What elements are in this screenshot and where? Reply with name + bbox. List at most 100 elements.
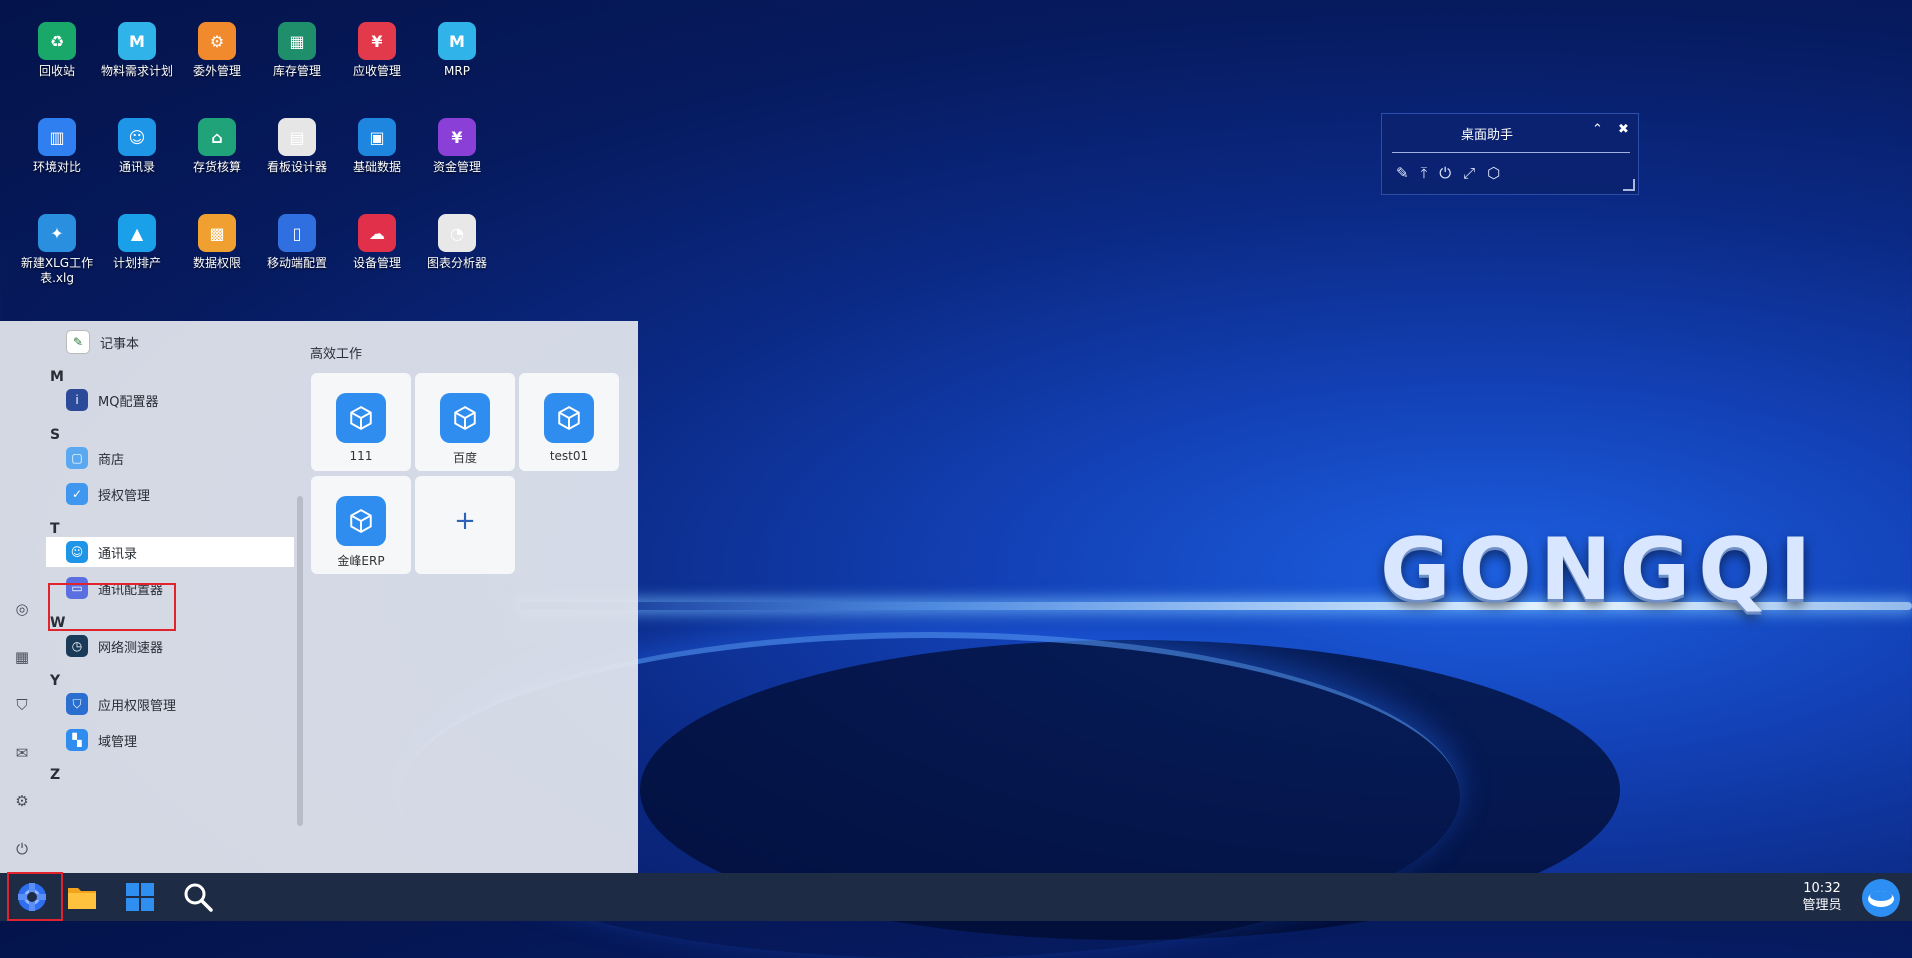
desktop-icon[interactable]: M 物料需求计划	[97, 22, 177, 79]
desktop-icon-label: 存货核算	[192, 160, 241, 174]
app-list-item[interactable]: i MQ配置器	[46, 385, 294, 415]
shield-icon[interactable]: ⛉	[12, 695, 32, 715]
app-icon: ▲	[118, 214, 156, 252]
app-icon: ◔	[438, 214, 476, 252]
tile-label: 百度	[452, 451, 477, 465]
app-icon: i	[66, 389, 88, 411]
chat-assistant-icon[interactable]	[1862, 879, 1900, 917]
search-button[interactable]	[180, 879, 216, 915]
desktop-icon-label: 看板设计器	[266, 160, 327, 174]
resize-handle-icon[interactable]	[1623, 179, 1635, 191]
app-icon: M	[438, 22, 476, 60]
app-list-item-label: 应用权限管理	[98, 698, 177, 714]
tile-label: test01	[549, 449, 589, 463]
app-list-item[interactable]: ▢ 商店	[46, 443, 294, 473]
app-list-item[interactable]: ◷ 网络测速器	[46, 631, 294, 661]
collapse-icon[interactable]: ⌃	[1592, 122, 1603, 137]
inbox-icon[interactable]: ✉	[12, 743, 32, 763]
tile-111[interactable]: 111	[311, 373, 411, 471]
desktop-icon[interactable]: ♻ 回收站	[17, 22, 97, 79]
wallpaper-brand-logo: GONGQI	[1380, 520, 1820, 620]
app-icon: ☺	[66, 541, 88, 563]
tiles-panel: 高效工作 111 百度 test01 金峰ERP +	[310, 321, 638, 873]
desktop-icon[interactable]: ▤ 看板设计器	[257, 118, 337, 175]
desktop-icon-label: 设备管理	[352, 256, 401, 270]
search-icon	[184, 883, 213, 912]
desktop-icon[interactable]: ◔ 图表分析器	[417, 214, 497, 271]
app-list-item[interactable]: ✓ 授权管理	[46, 479, 294, 509]
start-menu-rail: ◎ ▦ ⛉ ✉ ⚙ ⏻	[0, 321, 44, 873]
add-tile-button[interactable]: +	[415, 476, 515, 574]
desktop-icon-label: 移动端配置	[266, 256, 327, 270]
desktop-icon[interactable]: ▣ 基础数据	[337, 118, 417, 175]
app-icon: ▣	[358, 118, 396, 156]
desktop-icon-label: 库存管理	[272, 64, 321, 78]
tile-label: 金峰ERP	[337, 554, 385, 568]
app-list-item-label: 域管理	[98, 734, 138, 750]
desktop-icon[interactable]: ▯ 移动端配置	[257, 214, 337, 271]
desktop-icon-label: 计划排产	[112, 256, 161, 270]
app-icon: ⛉	[66, 693, 88, 715]
app-list-scrollbar[interactable]	[297, 496, 303, 826]
tile-baidu[interactable]: 百度	[415, 373, 515, 471]
edit-icon[interactable]: ✎	[1396, 164, 1409, 182]
tile-jinfeng-erp[interactable]: 金峰ERP	[311, 476, 411, 574]
app-list-item[interactable]: ✎ 记事本	[46, 327, 294, 357]
helper-toolbar: ✎ ⤒ ⏻ ⤢ ⬡	[1396, 164, 1500, 182]
clock-user: 管理员	[1802, 898, 1842, 913]
app-list-item-label: MQ配置器	[98, 394, 159, 410]
section-letter-t: T	[50, 521, 60, 537]
desktop-icon[interactable]: ▥ 环境对比	[17, 118, 97, 175]
desktop-icon[interactable]: ⚙ 委外管理	[177, 22, 257, 79]
taskbar: 10:32 管理员	[0, 872, 1912, 921]
desktop-icon[interactable]: ▲ 计划排产	[97, 214, 177, 271]
section-letter-s: S	[50, 427, 61, 443]
desktop-icon[interactable]: ¥ 应收管理	[337, 22, 417, 79]
tiles-title: 高效工作	[310, 347, 363, 362]
desktop-icon[interactable]: ▦ 库存管理	[257, 22, 337, 79]
app-icon: ▦	[278, 22, 316, 60]
file-explorer-button[interactable]	[64, 879, 100, 915]
section-letter-m: M	[50, 369, 64, 385]
start-highlight-annotation-box	[7, 872, 63, 921]
desktop-icon-label: 回收站	[38, 64, 75, 78]
settings-icon[interactable]: ⚙	[12, 791, 32, 811]
user-icon[interactable]: ◎	[12, 599, 32, 619]
desktop-icon-label: 委外管理	[192, 64, 241, 78]
highlight-annotation-box	[48, 583, 176, 631]
desktop-icon[interactable]: ¥ 资金管理	[417, 118, 497, 175]
desktop-icon-label: 通讯录	[118, 160, 155, 174]
taskbar-clock[interactable]: 10:32 管理员	[1790, 880, 1854, 914]
app-icon: ☺	[118, 118, 156, 156]
desktop-icon[interactable]: M MRP	[417, 22, 497, 79]
app-icon: ▯	[278, 214, 316, 252]
app-list-item[interactable]: ⛉ 应用权限管理	[46, 689, 294, 719]
power-icon[interactable]: ⏻	[12, 839, 32, 859]
app-list-item[interactable]: ▚ 域管理	[46, 725, 294, 755]
apps-icon[interactable]: ▦	[12, 647, 32, 667]
windows-button[interactable]	[122, 879, 158, 915]
app-icon: ✦	[38, 214, 76, 252]
desktop-icon[interactable]: ⌂ 存货核算	[177, 118, 257, 175]
desktop-icon[interactable]: ▩ 数据权限	[177, 214, 257, 271]
cube-icon[interactable]: ⬡	[1487, 164, 1500, 182]
clock-time: 10:32	[1803, 881, 1841, 896]
cube-icon	[336, 393, 386, 443]
section-letter-z: Z	[50, 767, 61, 783]
app-icon: ✓	[66, 483, 88, 505]
tile-test01[interactable]: test01	[519, 373, 619, 471]
app-icon: ▩	[198, 214, 236, 252]
desktop-icon[interactable]: ✦ 新建XLG工作表.xlg	[17, 214, 97, 286]
desktop-icon-label: 物料需求计划	[100, 64, 173, 78]
power-icon[interactable]: ⏻	[1439, 164, 1451, 182]
app-icon: ¥	[438, 118, 476, 156]
app-list-item[interactable]: ☺ 通讯录	[46, 537, 294, 567]
app-icon: ⌂	[198, 118, 236, 156]
desktop-helper-widget[interactable]: 桌面助手 ⌃ ✖ ✎ ⤒ ⏻ ⤢ ⬡	[1381, 113, 1639, 195]
desktop-icon[interactable]: ☺ 通讯录	[97, 118, 177, 175]
pin-top-icon[interactable]: ⤒	[1421, 164, 1428, 182]
close-icon[interactable]: ✖	[1618, 122, 1629, 137]
desktop-icon[interactable]: ☁ 设备管理	[337, 214, 417, 271]
app-icon: ▚	[66, 729, 88, 751]
fullscreen-icon[interactable]: ⤢	[1463, 164, 1475, 182]
